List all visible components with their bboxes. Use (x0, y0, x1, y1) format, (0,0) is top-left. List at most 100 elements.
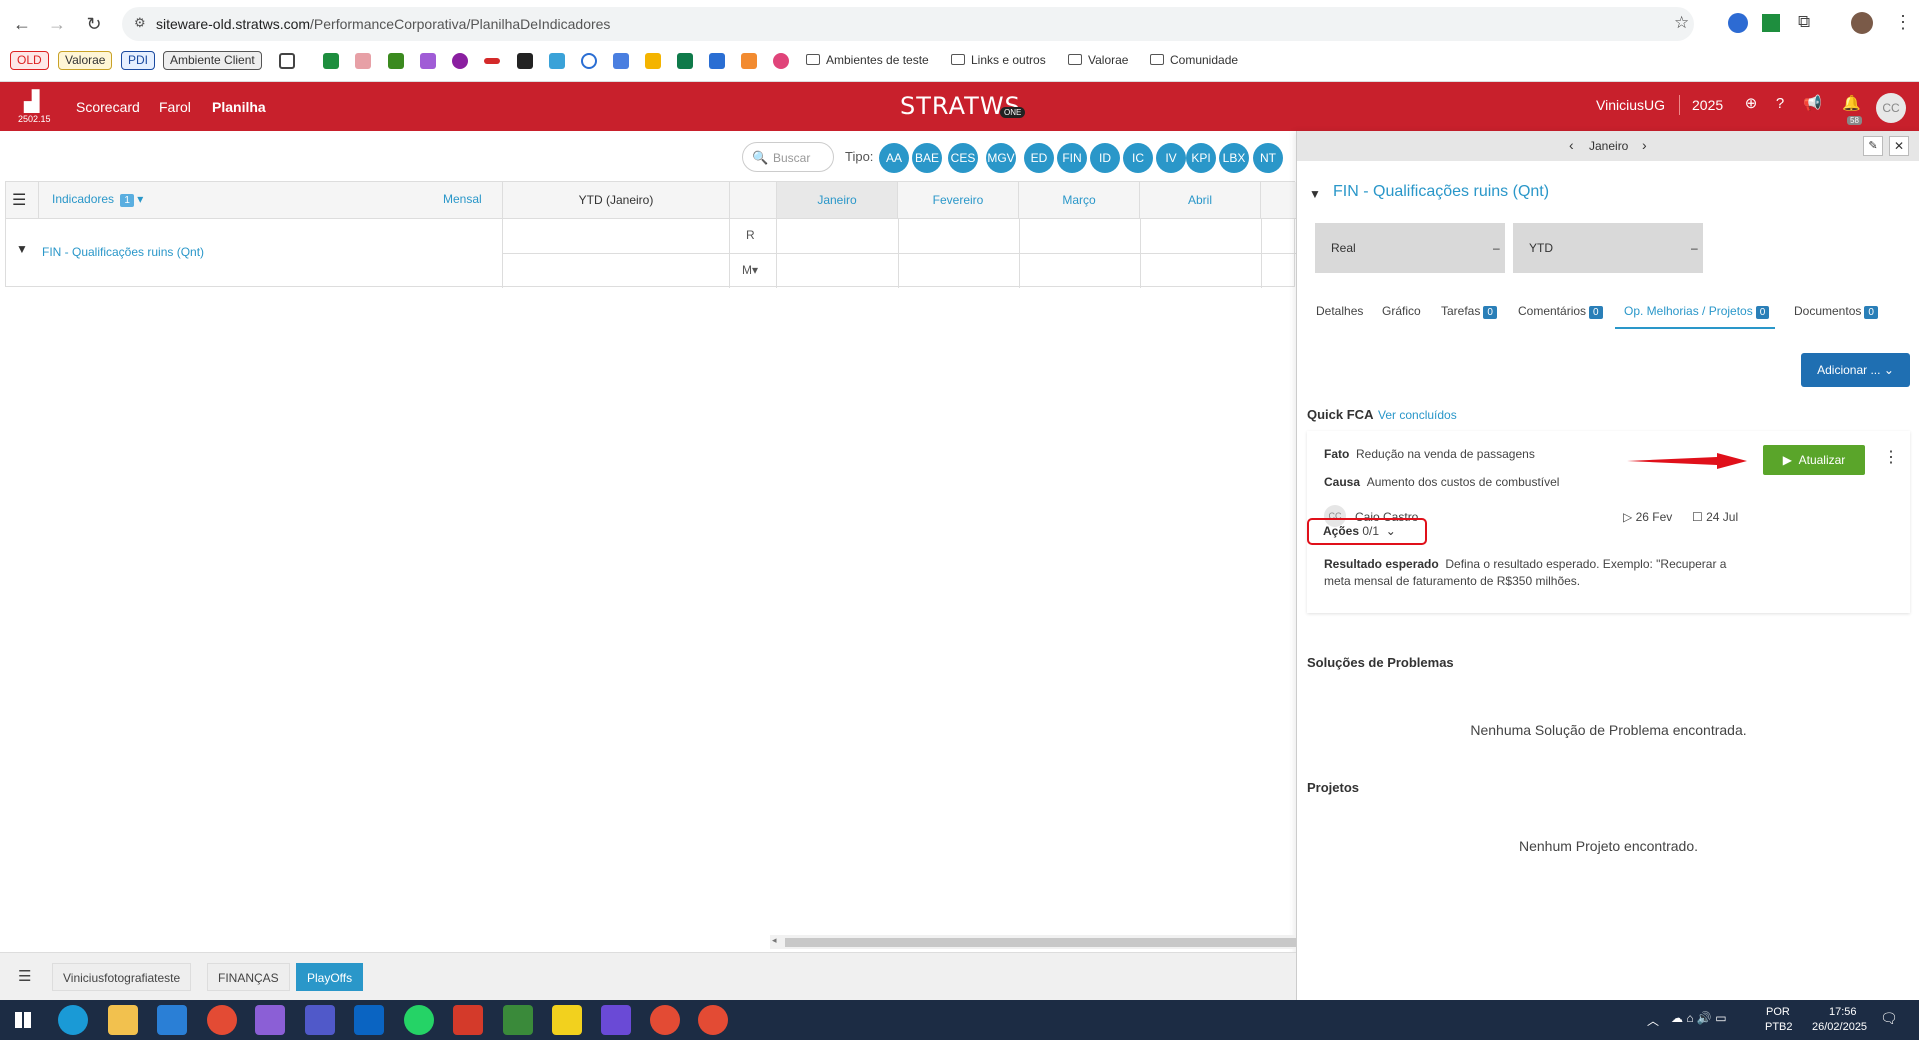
app-icon[interactable] (453, 1005, 483, 1035)
tipo-chip-fin[interactable]: FIN (1057, 143, 1087, 173)
clock-date[interactable]: 26/02/2025 (1812, 1021, 1867, 1033)
atualizar-button[interactable]: ▶ Atualizar (1763, 445, 1865, 475)
notification-center-icon[interactable]: 🗨 (1880, 1010, 1898, 1027)
browser-menu-icon[interactable]: ⋮ (1894, 12, 1912, 33)
bookmark-icon[interactable] (677, 53, 693, 69)
language-indicator[interactable]: POR (1766, 1006, 1790, 1018)
bookmark-icon[interactable] (773, 53, 789, 69)
chart-bookmark-icon[interactable] (741, 53, 757, 69)
bookmark-icon[interactable] (484, 58, 500, 64)
nav-farol[interactable]: Farol (159, 99, 191, 115)
sheet-tab[interactable]: FINANÇAS (207, 963, 290, 991)
close-icon[interactable]: ✕ (1889, 136, 1909, 156)
tipo-chip-nt[interactable]: NT (1253, 143, 1283, 173)
bookmark-icon[interactable] (549, 53, 565, 69)
tray-icons[interactable]: ☁ ⌂ 🔊 ▭ (1671, 1011, 1727, 1025)
tipo-chip-ces[interactable]: CES (948, 143, 978, 173)
puzzle-extensions-icon[interactable]: ⧉ (1798, 12, 1810, 32)
expand-caret-icon[interactable]: ▼ (16, 242, 28, 256)
caret-down-icon[interactable]: ▾ (137, 192, 143, 206)
megaphone-icon[interactable]: 📢 (1803, 95, 1822, 113)
menu-hamburger-icon[interactable]: ☰ (12, 190, 32, 210)
tab-tarefas[interactable]: Tarefas 0 (1441, 304, 1497, 319)
copilot-icon[interactable] (601, 1005, 631, 1035)
extension-icon[interactable] (1728, 13, 1748, 33)
tipo-chip-kpi[interactable]: KPI (1186, 143, 1216, 173)
back-arrow-icon[interactable]: ← (10, 12, 34, 36)
year-selector[interactable]: 2025 (1692, 97, 1723, 113)
tipo-chip-lbx[interactable]: LBX (1219, 143, 1249, 173)
user-avatar[interactable]: CC (1876, 93, 1906, 123)
apps-grid-icon[interactable] (279, 53, 295, 69)
folder-valorae[interactable]: Valorae (1068, 52, 1128, 68)
store-icon[interactable] (157, 1005, 187, 1035)
folder-links-e-outros[interactable]: Links e outros (951, 52, 1046, 68)
row-meta-dropdown[interactable]: M▾ (742, 263, 758, 277)
url-bar[interactable]: ⚙ siteware-old.stratws.com/PerformanceCo… (122, 7, 1694, 41)
sheets-extension-icon[interactable] (1762, 14, 1780, 32)
indicator-row-label[interactable]: FIN - Qualificações ruins (Qnt) (42, 245, 204, 259)
folder-comunidade[interactable]: Comunidade (1150, 52, 1238, 68)
tab-comentarios[interactable]: Comentários 0 (1518, 304, 1603, 319)
help-icon[interactable]: ? (1771, 95, 1789, 113)
sheets-menu-icon[interactable]: ☰ (18, 967, 31, 985)
tab-documentos[interactable]: Documentos 0 (1794, 304, 1878, 319)
windows-start-icon[interactable] (15, 1012, 31, 1028)
sticky-notes-icon[interactable] (552, 1005, 582, 1035)
sheets-bookmark-icon[interactable] (323, 53, 339, 69)
next-month-icon[interactable]: › (1642, 137, 1647, 153)
app-logo-chart-icon[interactable]: ▟ (24, 89, 39, 114)
app-icon[interactable] (503, 1005, 533, 1035)
sheet-tab-active[interactable]: PlayOffs (296, 963, 364, 991)
keyboard-layout[interactable]: PTB2 (1765, 1021, 1793, 1033)
month-header-marco[interactable]: Março (1019, 182, 1140, 218)
tipo-chip-ed[interactable]: ED (1024, 143, 1054, 173)
profile-avatar-icon[interactable] (1851, 12, 1873, 34)
month-header-fevereiro[interactable]: Fevereiro (898, 182, 1019, 218)
horizontal-scrollbar[interactable]: ◂ (770, 935, 1296, 949)
month-header-janeiro[interactable]: Janeiro (777, 182, 898, 218)
nav-scorecard[interactable]: Scorecard (76, 99, 140, 115)
whatsapp-icon[interactable] (404, 1005, 434, 1035)
add-circle-icon[interactable]: ⊕ (1742, 95, 1760, 113)
scroll-left-icon[interactable]: ◂ (772, 935, 777, 946)
docs-bookmark-icon[interactable] (709, 53, 725, 69)
edge-icon[interactable] (58, 1005, 88, 1035)
collapse-caret-icon[interactable]: ▼ (1309, 187, 1321, 201)
bookmark-icon[interactable] (581, 53, 597, 69)
tray-chevron-icon[interactable]: ︿ (1647, 1012, 1659, 1029)
ver-concluidos-link[interactable]: Ver concluídos (1378, 408, 1457, 422)
teams-icon[interactable] (305, 1005, 335, 1035)
edit-pencil-icon[interactable]: ✎ (1863, 136, 1883, 156)
tipo-chip-bae[interactable]: BAE (912, 143, 942, 173)
acoes-dropdown[interactable]: Ações 0/1 ⌄ (1323, 524, 1396, 538)
tipo-chip-id[interactable]: ID (1090, 143, 1120, 173)
bookmark-icon[interactable] (388, 53, 404, 69)
tab-detalhes[interactable]: Detalhes (1316, 304, 1363, 318)
tab-grafico[interactable]: Gráfico (1382, 304, 1421, 318)
indicadores-header[interactable]: Indicadores 1 ▾ (52, 192, 143, 207)
file-explorer-icon[interactable] (108, 1005, 138, 1035)
bookmark-icon[interactable] (420, 53, 436, 69)
user-name[interactable]: ViniciusUG (1596, 97, 1665, 113)
folder-ambientes-de-teste[interactable]: Ambientes de teste (806, 52, 929, 68)
month-header-abril[interactable]: Abril (1140, 182, 1261, 218)
bookmark-valorae[interactable]: Valorae (58, 51, 113, 70)
scroll-thumb[interactable] (785, 938, 1296, 947)
bookmark-ambiente-client[interactable]: Ambiente Client (163, 51, 262, 70)
chrome-icon[interactable] (207, 1005, 237, 1035)
bookmark-old[interactable]: OLD (10, 51, 49, 70)
period-selector[interactable]: Mensal (443, 192, 482, 206)
reload-icon[interactable]: ↻ (82, 12, 106, 36)
tipo-chip-aa[interactable]: AA (879, 143, 909, 173)
clock-time[interactable]: 17:56 (1829, 1006, 1857, 1018)
outlook-icon[interactable] (354, 1005, 384, 1035)
tipo-chip-ic[interactable]: IC (1123, 143, 1153, 173)
discord-icon[interactable] (255, 1005, 285, 1035)
bookmark-icon[interactable] (355, 53, 371, 69)
prev-month-icon[interactable]: ‹ (1569, 137, 1574, 153)
drive-bookmark-icon[interactable] (645, 53, 661, 69)
location-bookmark-icon[interactable] (452, 53, 468, 69)
bookmark-star-icon[interactable]: ☆ (1674, 13, 1689, 33)
bookmark-pdi[interactable]: PDI (121, 51, 156, 70)
